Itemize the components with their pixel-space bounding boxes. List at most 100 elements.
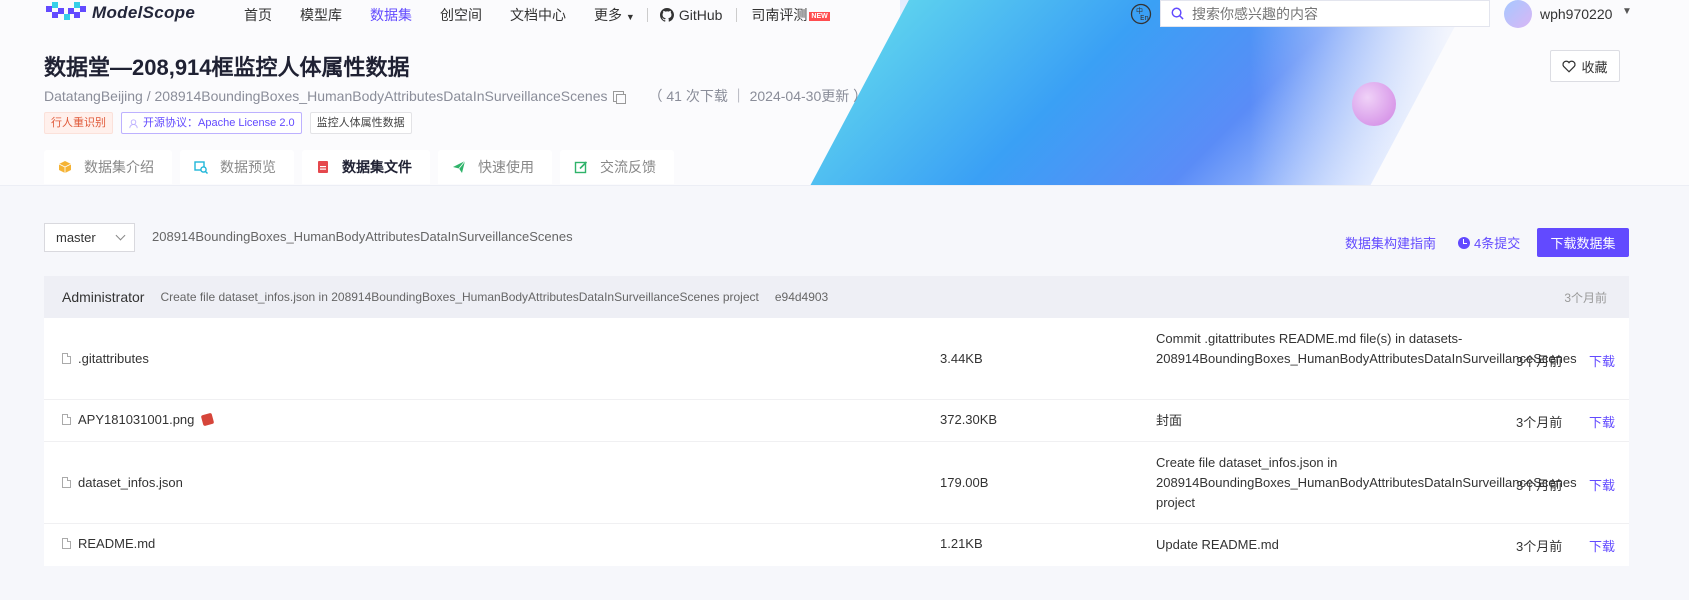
search-box[interactable] (1160, 0, 1490, 27)
nav-docs[interactable]: 文档中心 (510, 5, 566, 25)
tab-quickstart-label: 快速使用 (478, 159, 534, 175)
nav-models[interactable]: 模型库 (300, 5, 342, 25)
nav-studios[interactable]: 创空间 (440, 5, 482, 25)
file-name: dataset_infos.json (78, 475, 183, 490)
tab-intro[interactable]: 数据集介绍 (44, 150, 172, 184)
nav-datasets[interactable]: 数据集 (370, 5, 412, 25)
tab-intro-label: 数据集介绍 (84, 159, 154, 175)
file-name-cell[interactable]: .gitattributes (62, 351, 149, 366)
copy-icon[interactable] (613, 90, 627, 104)
commits-link[interactable]: 4条提交 (1458, 233, 1520, 252)
tag-license[interactable]: 开源协议：Apache License 2.0 (121, 112, 302, 134)
commit-author: Administrator (62, 289, 145, 305)
file-name-cell[interactable]: dataset_infos.json (62, 475, 183, 490)
file-name-cell[interactable]: APY181031001.png (62, 412, 215, 427)
file-icon (62, 538, 71, 549)
book-icon (318, 161, 328, 173)
tab-feedback[interactable]: 交流反馈 (560, 150, 674, 184)
commits-label: 4条提交 (1474, 236, 1521, 251)
nav-eval[interactable]: 司南评测 NEW (751, 5, 830, 25)
search-icon (1171, 7, 1184, 20)
license-icon (129, 118, 138, 128)
dataset-path-text[interactable]: DatatangBeijing / 208914BoundingBoxes_Hu… (44, 88, 607, 104)
table-row: README.md 1.21KB Update README.md 3个月前 下… (44, 524, 1629, 566)
file-size: 179.00B (940, 475, 989, 490)
nav-divider (646, 8, 648, 22)
nav-eval-label: 司南评测 (751, 7, 808, 23)
file-size: 3.44KB (940, 351, 983, 366)
file-icon (62, 353, 71, 364)
svg-text:En: En (1140, 14, 1149, 22)
tag-list: 行人重识别 开源协议：Apache License 2.0 监控人体属性数据 (44, 112, 412, 134)
nav-github[interactable]: GitHub (659, 7, 723, 23)
nav-divider (736, 8, 738, 22)
modelscope-logo-icon (46, 2, 86, 20)
hero-orb (1352, 82, 1396, 126)
breadcrumb[interactable]: 208914BoundingBoxes_HumanBodyAttributesD… (152, 229, 573, 244)
file-time: 3个月前 (1516, 539, 1563, 554)
file-name: APY181031001.png (78, 412, 195, 427)
file-download-link[interactable]: 下载 (1589, 351, 1615, 370)
nav-more-label: 更多 (594, 7, 622, 23)
table-row: dataset_infos.json 179.00B Create file d… (44, 442, 1629, 524)
build-guide-link[interactable]: 数据集构建指南 (1345, 233, 1436, 252)
dataset-tabs: 数据集介绍 数据预览 数据集文件 快速使用 交流反馈 (44, 150, 674, 184)
chevron-down-icon (115, 230, 126, 241)
logo-text: ModelScope (92, 3, 196, 22)
top-nav: ModelScope 首页 模型库 数据集 创空间 文档中心 更多 ▼ GitH… (0, 0, 1689, 28)
tab-preview-label: 数据预览 (220, 159, 276, 175)
caret-down-icon: ▼ (625, 12, 635, 22)
github-icon (659, 8, 674, 22)
nav-more[interactable]: 更多 ▼ (594, 5, 635, 25)
preview-icon (194, 161, 208, 174)
heart-icon (1562, 60, 1577, 73)
commit-time: 3个月前 (1564, 290, 1607, 305)
last-commit-bar: Administrator Create file dataset_infos.… (44, 276, 1629, 318)
file-name-cell[interactable]: README.md (62, 536, 155, 551)
tab-preview[interactable]: 数据预览 (180, 150, 294, 184)
commit-hash[interactable]: e94d4903 (775, 290, 828, 304)
clock-icon (1458, 236, 1470, 249)
download-dataset-button[interactable]: 下载数据集 (1537, 228, 1629, 257)
tab-files[interactable]: 数据集文件 (302, 150, 430, 184)
page-title: 数据堂—208,914框监控人体属性数据 (44, 55, 410, 80)
commit-message[interactable]: Create file dataset_infos.json in 208914… (160, 290, 758, 304)
nav-links: 首页 模型库 数据集 创空间 文档中心 更多 ▼ GitHub 司南评测 NEW (244, 5, 830, 25)
logo[interactable]: ModelScope (46, 2, 195, 24)
avatar[interactable] (1504, 0, 1532, 28)
file-download-link[interactable]: 下载 (1589, 475, 1615, 494)
tag-topic[interactable]: 监控人体属性数据 (309, 112, 412, 134)
username[interactable]: wph970220 (1540, 6, 1612, 22)
language-switch-icon[interactable]: 中 En (1130, 3, 1152, 25)
new-badge: NEW (809, 11, 830, 21)
file-download-link[interactable]: 下载 (1589, 412, 1615, 431)
caret-down-icon[interactable]: ▼ (1622, 6, 1632, 17)
favorite-button[interactable]: 收藏 (1550, 50, 1620, 82)
table-row: APY181031001.png 372.30KB 封面 3个月前 下载 (44, 400, 1629, 442)
file-time: 3个月前 (1516, 415, 1563, 430)
file-time: 3个月前 (1516, 478, 1563, 493)
nav-home[interactable]: 首页 (244, 5, 272, 25)
tab-feedback-label: 交流反馈 (600, 159, 656, 175)
dataset-path: DatatangBeijing / 208914BoundingBoxes_Hu… (44, 86, 867, 106)
branch-value: master (56, 230, 96, 245)
github-label: GitHub (678, 7, 723, 23)
edit-icon (574, 161, 588, 174)
file-download-link[interactable]: 下载 (1589, 536, 1615, 555)
favorite-label: 收藏 (1581, 59, 1608, 75)
send-icon (453, 160, 466, 173)
tag-license-label: 开源协议：Apache License 2.0 (143, 117, 295, 129)
file-icon (62, 477, 71, 488)
branch-select[interactable]: master (44, 223, 135, 252)
lfs-icon (201, 412, 215, 427)
file-icon (62, 414, 71, 425)
file-name: .gitattributes (78, 351, 149, 366)
table-row: .gitattributes 3.44KB Commit .gitattribu… (44, 318, 1629, 400)
dataset-meta: （ 41 次下载 ｜ 2024-04-30更新 ） (648, 88, 868, 104)
search-input[interactable] (1192, 5, 1482, 22)
box-icon (58, 161, 72, 173)
tag-task[interactable]: 行人重识别 (44, 112, 113, 134)
file-table: .gitattributes 3.44KB Commit .gitattribu… (44, 318, 1629, 566)
tab-files-label: 数据集文件 (342, 159, 412, 175)
tab-quickstart[interactable]: 快速使用 (438, 150, 552, 184)
